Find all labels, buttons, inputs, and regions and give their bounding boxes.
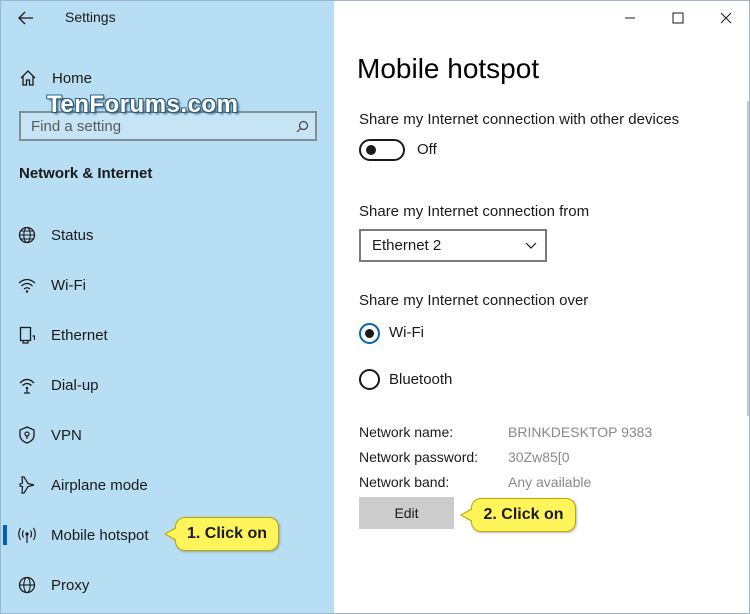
search-icon[interactable] [289, 120, 315, 133]
sidebar-item-status[interactable]: Status [1, 217, 334, 253]
watermark: TenForums.com [47, 91, 239, 118]
section-heading: Network & Internet [19, 165, 153, 182]
sidebar-item-wifi[interactable]: Wi-Fi [1, 267, 334, 303]
edit-button[interactable]: Edit [359, 497, 454, 529]
sidebar-item-label: Proxy [51, 576, 90, 594]
sidebar-item-label: Airplane mode [51, 476, 148, 494]
toggle-state-label: Off [417, 141, 437, 158]
minimize-button[interactable] [607, 1, 653, 35]
settings-window: Settings Home TenForums.com Network & In… [0, 0, 750, 614]
home-label: Home [52, 69, 93, 87]
sidebar-item-vpn[interactable]: VPN [1, 417, 334, 453]
sidebar-item-ethernet[interactable]: Ethernet [1, 317, 334, 353]
sidebar-item-label: Dial-up [51, 376, 99, 394]
minimize-icon [625, 17, 635, 19]
selection-indicator [3, 525, 7, 545]
page-title: Mobile hotspot [357, 53, 540, 84]
home-link[interactable]: Home [19, 67, 92, 89]
sidebar-item-label: Wi-Fi [51, 276, 86, 294]
app-title: Settings [65, 9, 116, 25]
dialup-icon [17, 375, 37, 395]
close-icon [720, 12, 732, 24]
scrollbar[interactable] [747, 101, 749, 416]
home-icon [20, 70, 36, 86]
network-password-label: Network password: [359, 449, 479, 465]
sidebar-item-label: Status [51, 226, 94, 244]
sidebar-item-label: Mobile hotspot [51, 526, 149, 544]
maximize-button[interactable] [655, 1, 701, 35]
chevron-down-icon [517, 242, 545, 250]
callout-step-1: 1. Click on [164, 517, 279, 551]
proxy-icon [17, 575, 37, 595]
share-from-dropdown[interactable]: Ethernet 2 [359, 229, 547, 262]
radio-bluetooth-label[interactable]: Bluetooth [389, 371, 452, 388]
network-name-label: Network name: [359, 424, 454, 440]
back-arrow-icon [18, 11, 33, 25]
network-password-value: 30Zw85[0 [508, 449, 570, 465]
sidebar-item-label: Ethernet [51, 326, 108, 344]
callout-step-2: 2. Click on [460, 498, 576, 532]
toggle-knob [366, 145, 376, 155]
radio-wifi[interactable] [359, 323, 380, 344]
callout-text: 1. Click on [186, 525, 268, 542]
sidebar-item-airplane-mode[interactable]: Airplane mode [1, 467, 334, 503]
search-input[interactable] [21, 117, 289, 135]
ethernet-icon [17, 325, 37, 345]
globe-icon [17, 225, 37, 245]
sidebar-item-proxy[interactable]: Proxy [1, 567, 334, 603]
network-band-value: Any available [508, 474, 592, 490]
hotspot-icon [17, 525, 37, 545]
radio-wifi-label[interactable]: Wi-Fi [389, 324, 424, 341]
share-toggle[interactable] [359, 139, 405, 161]
network-band-label: Network band: [359, 474, 450, 490]
sidebar-item-label: VPN [51, 426, 82, 444]
share-label: Share my Internet connection with other … [359, 111, 680, 128]
sidebar-item-dialup[interactable]: Dial-up [1, 367, 334, 403]
radio-dot [365, 329, 374, 338]
wifi-icon [17, 275, 37, 295]
sidebar: Settings Home TenForums.com Network & In… [1, 1, 334, 613]
maximize-icon [672, 12, 684, 24]
radio-bluetooth[interactable] [359, 369, 380, 390]
share-from-label: Share my Internet connection from [359, 203, 590, 220]
back-button[interactable] [15, 7, 37, 29]
main-content: Mobile hotspot Share my Internet connect… [334, 1, 749, 613]
network-name-value: BRINKDESKTOP 9383 [508, 424, 653, 440]
close-button[interactable] [703, 1, 749, 35]
vpn-icon [17, 425, 37, 445]
airplane-icon [17, 475, 37, 495]
dropdown-value: Ethernet 2 [372, 237, 442, 254]
callout-text: 2. Click on [483, 506, 564, 523]
share-over-label: Share my Internet connection over [359, 292, 589, 309]
